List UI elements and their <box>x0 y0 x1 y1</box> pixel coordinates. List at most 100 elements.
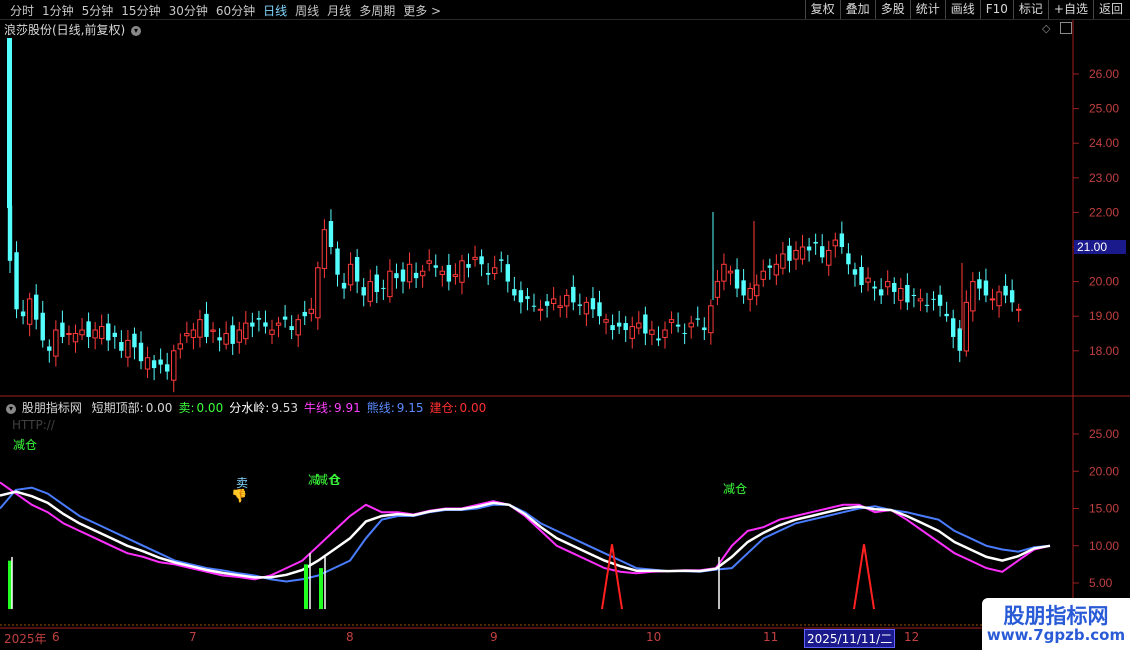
chevron-down-icon[interactable]: ▾ <box>6 403 16 414</box>
candle-body-up <box>367 281 373 302</box>
candle-body-down <box>623 323 628 331</box>
candle-body-up <box>236 329 242 343</box>
candle-body-up <box>53 329 59 357</box>
candle-body-down <box>905 284 910 303</box>
candle-body-down <box>571 286 576 303</box>
candle-body-up <box>197 319 203 338</box>
candle-body-down <box>34 294 39 320</box>
bear-line <box>0 486 1051 583</box>
candle-body-up <box>564 294 570 307</box>
candle-body-up <box>708 305 714 334</box>
indicator-value-4: 9.15 <box>396 401 424 415</box>
candle-body-down <box>525 296 530 299</box>
thumbs-down-icon: 👎 <box>231 489 248 504</box>
candle-body-down <box>892 283 897 292</box>
candle-body-down <box>813 241 818 244</box>
indicator-tick-label: 5.00 <box>1089 576 1113 590</box>
candle-body-up <box>898 288 904 301</box>
candle-body-down <box>957 328 962 351</box>
candle-body-down <box>158 359 163 365</box>
candle-body-up <box>426 260 432 264</box>
candle-body-down <box>937 294 943 306</box>
candle-body-up <box>780 253 786 269</box>
site-watermark: 股朋指标网 www.7gpzb.com <box>982 598 1130 650</box>
candle-body-down <box>734 269 740 289</box>
candle-body-down <box>282 316 288 320</box>
date-axis: 2025年 6 7 8 9 10 11 12 2025/11/11/二 <box>0 628 1130 650</box>
date-label-0: 2025年 <box>4 632 47 646</box>
divide-line <box>0 490 1051 579</box>
sell-bar <box>319 568 323 610</box>
candle-body-down <box>499 259 504 261</box>
candle-body-down <box>1009 290 1015 303</box>
price-tick-label: 22.00 <box>1089 205 1119 219</box>
candle-body-down <box>924 304 930 306</box>
candle-body-down <box>86 321 91 337</box>
candle-body-down <box>767 265 772 268</box>
candle-body-up <box>793 249 799 260</box>
candle-body-up <box>754 284 760 297</box>
candle-body-up <box>629 326 635 339</box>
candle-body-up <box>649 329 655 335</box>
candle-body-up <box>92 329 98 339</box>
candle-body-up <box>688 322 694 328</box>
date-label-1: 6 <box>52 630 60 644</box>
indicator-label-5: 建仓: <box>429 401 458 415</box>
candle-body-up <box>452 274 459 277</box>
candle-body-down <box>951 318 956 337</box>
candle-body-up <box>537 308 544 311</box>
price-tick-label: 23.00 <box>1089 171 1119 185</box>
candle-body-down <box>643 314 648 334</box>
candle-body-up <box>636 322 642 329</box>
candle-body-up <box>406 263 413 283</box>
candle-body-up <box>347 263 354 286</box>
watermark-url: www.7gpzb.com <box>986 626 1126 644</box>
indicator-name: 股朋指标网 <box>21 401 82 415</box>
candle-body-down <box>47 346 52 351</box>
candle-body-up <box>419 270 426 277</box>
candle-body-down <box>394 273 399 279</box>
indicator-label-2: 分水岭: <box>229 401 270 415</box>
candle-body-down <box>544 301 550 306</box>
candle-body-up <box>387 270 393 298</box>
indicator-value-0: 0.00 <box>145 401 173 415</box>
candle-body-down <box>204 313 209 337</box>
candle-body-down <box>852 269 858 275</box>
date-cursor-label: 2025/11/11/二 <box>804 629 896 648</box>
candle-body-up <box>177 343 184 350</box>
annotation-reduce-3: 减仓 <box>723 482 748 496</box>
candle-body-down <box>505 264 510 282</box>
candle-body-down <box>302 311 307 317</box>
candle-body-up <box>66 333 72 335</box>
candle-body-down <box>335 248 340 275</box>
price-tick-label: 18.00 <box>1089 344 1119 358</box>
candle-body-down <box>132 333 137 348</box>
candle-body-down <box>361 287 366 296</box>
candle-body-down <box>741 280 746 296</box>
candle-body-down <box>112 332 117 337</box>
candle-body-up <box>144 357 151 370</box>
candle-body-down <box>878 289 884 296</box>
candle-body-up <box>190 329 197 338</box>
candle-body-up <box>832 239 838 247</box>
candle-body-down <box>466 264 471 268</box>
indicator-value-5: 0.00 <box>459 401 487 415</box>
date-label-4: 9 <box>490 630 498 644</box>
candle-body-down <box>20 311 26 317</box>
date-label-6: 11 <box>763 630 779 644</box>
candle-body-up <box>760 270 766 280</box>
candle-body-up <box>439 270 446 276</box>
candle-body-up <box>996 291 1002 307</box>
candle-body-down <box>119 342 124 351</box>
candle-body-up <box>662 329 668 338</box>
candle-body-down <box>597 302 602 317</box>
candle-body-down <box>263 322 268 327</box>
candle-body-up <box>26 298 33 325</box>
candle-body-up <box>826 249 832 266</box>
price-tick-label: 19.00 <box>1089 309 1119 323</box>
current-price-label: 21.00 <box>1077 240 1107 254</box>
candle-body-up <box>668 319 675 323</box>
candle-body-down <box>911 294 917 296</box>
candle-body-down <box>531 305 537 307</box>
candle-body-down <box>413 272 419 279</box>
